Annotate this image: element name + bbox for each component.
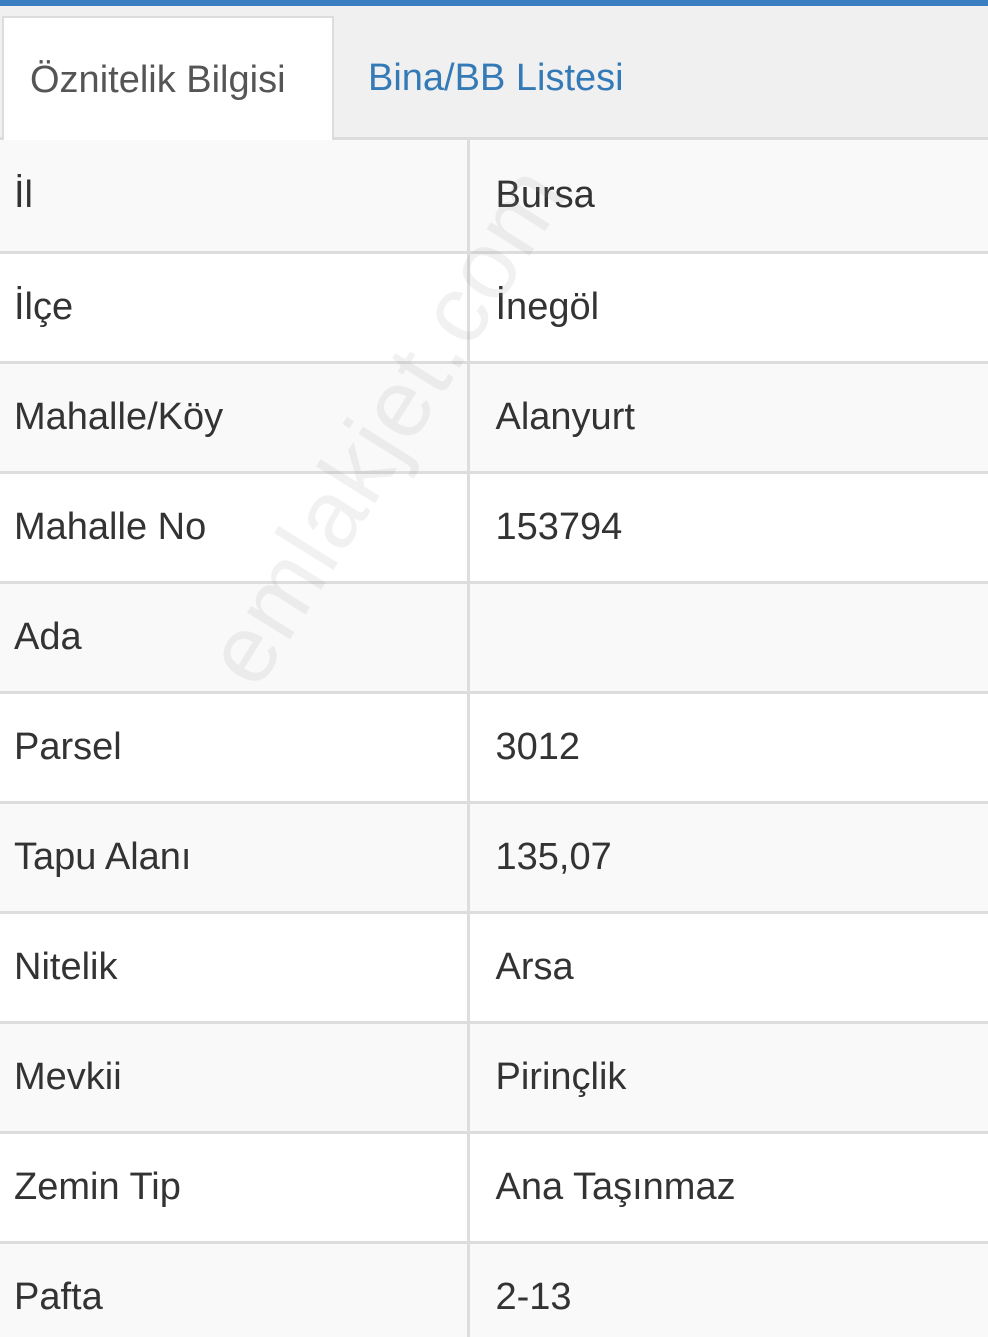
row-value: 153794	[468, 472, 988, 584]
row-key: Mevkii	[0, 1022, 470, 1134]
row-value: İnegöl	[468, 252, 988, 364]
table-row: Zemin Tip Ana Taşınmaz	[0, 1132, 988, 1244]
tab-oznitelik-bilgisi[interactable]: Öznitelik Bilgisi	[2, 16, 334, 143]
table-row: Nitelik Arsa	[0, 912, 988, 1024]
tab-strip: Öznitelik Bilgisi Bina/BB Listesi	[0, 6, 988, 143]
row-value: Ana Taşınmaz	[468, 1132, 988, 1244]
row-key: Mahalle No	[0, 472, 470, 584]
table-row: Mahalle No 153794	[0, 472, 988, 584]
table-row: Pafta 2-13	[0, 1242, 988, 1337]
row-key: İl	[0, 140, 470, 254]
row-value: 135,07	[468, 802, 988, 914]
row-value: 2-13	[468, 1242, 988, 1337]
row-key: Tapu Alanı	[0, 802, 470, 914]
row-key: Pafta	[0, 1242, 470, 1337]
row-key: Zemin Tip	[0, 1132, 470, 1244]
row-key: Ada	[0, 582, 470, 694]
table-row: Parsel 3012	[0, 692, 988, 804]
row-value	[468, 582, 988, 694]
row-key: Nitelik	[0, 912, 470, 1024]
tab-bina-bb-listesi[interactable]: Bina/BB Listesi	[368, 16, 624, 140]
table-row: İlçe İnegöl	[0, 252, 988, 364]
row-value: Pirinçlik	[468, 1022, 988, 1134]
table-row: İl Bursa	[0, 140, 988, 254]
row-value: 3012	[468, 692, 988, 804]
row-value: Bursa	[468, 140, 988, 254]
table-row: Ada	[0, 582, 988, 694]
attribute-table: İl Bursa İlçe İnegöl Mahalle/Köy Alanyur…	[0, 140, 988, 1337]
page: Öznitelik Bilgisi Bina/BB Listesi İl Bur…	[0, 0, 988, 1337]
row-value: Alanyurt	[468, 362, 988, 474]
table-row: Mevkii Pirinçlik	[0, 1022, 988, 1134]
table-row: Tapu Alanı 135,07	[0, 802, 988, 914]
row-value: Arsa	[468, 912, 988, 1024]
row-key: İlçe	[0, 252, 470, 364]
row-key: Parsel	[0, 692, 470, 804]
table-row: Mahalle/Köy Alanyurt	[0, 362, 988, 474]
row-key: Mahalle/Köy	[0, 362, 470, 474]
